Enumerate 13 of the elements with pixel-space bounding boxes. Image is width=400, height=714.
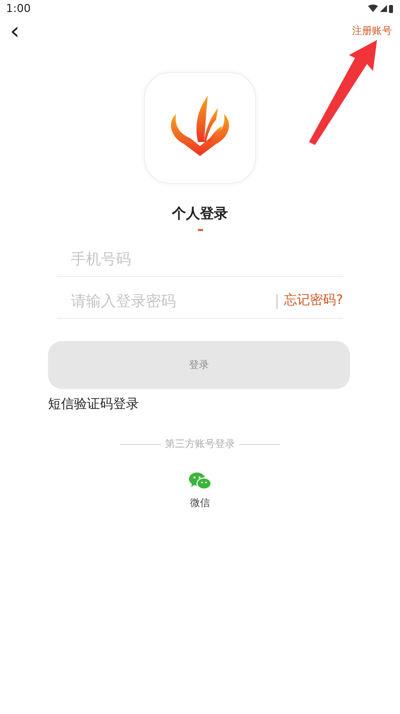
divider-label: 第三方账号登录 [165, 438, 235, 452]
title-underline [198, 229, 202, 231]
status-time: 1:00 [6, 0, 31, 17]
sms-login-link[interactable]: 短信验证码登录 [48, 395, 139, 414]
status-icons [368, 4, 394, 14]
register-link[interactable]: 注册账号 [352, 24, 392, 38]
password-input-field[interactable]: 请输入登录密码 [57, 290, 276, 313]
back-button[interactable]: ‹ [6, 19, 24, 43]
forgot-password-link[interactable]: 忘记密码? [276, 294, 343, 309]
wechat-icon[interactable] [189, 472, 211, 490]
page-title: 个人登录 [172, 206, 228, 222]
wechat-label[interactable]: 微信 [190, 496, 210, 511]
phone-input-field[interactable]: 手机号码 [57, 248, 343, 271]
